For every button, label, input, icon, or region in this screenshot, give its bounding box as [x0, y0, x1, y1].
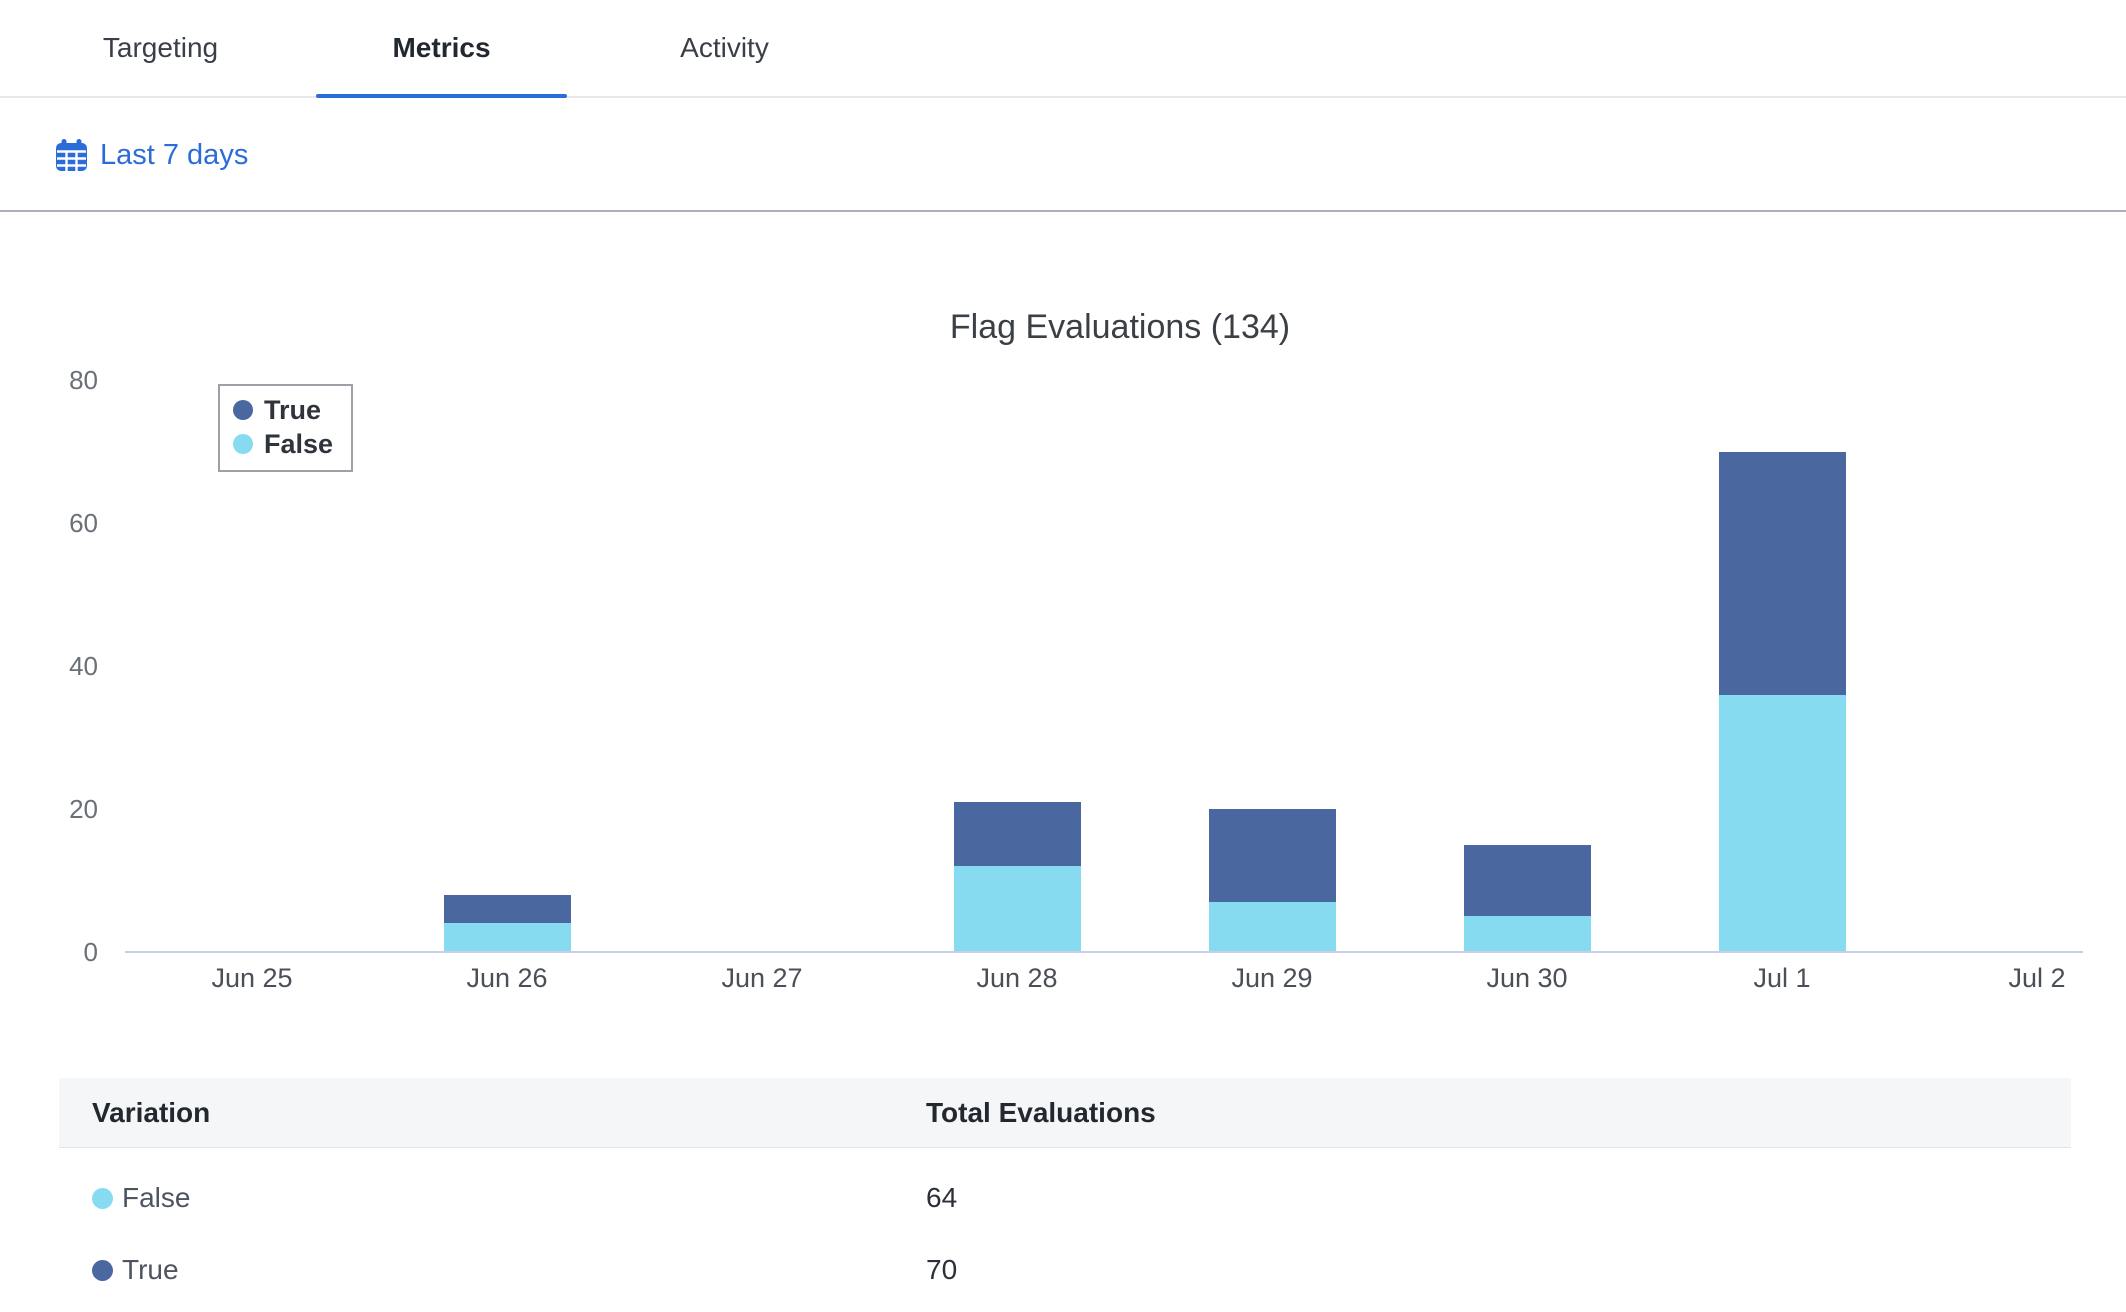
column-header-total-evaluations: Total Evaluations: [926, 1078, 1156, 1148]
legend-item-false: False: [233, 427, 333, 461]
bar-segment-false: [1719, 695, 1846, 952]
bar-segment-false: [1464, 916, 1591, 952]
x-axis-label: Jun 25: [152, 962, 352, 994]
false-series-dot: [233, 434, 253, 454]
x-axis-label: Jun 30: [1427, 962, 1627, 994]
variation-table: Variation Total Evaluations False 64 True 7…: [59, 1078, 2071, 1306]
x-axis-label: Jun 28: [917, 962, 1117, 994]
date-range-button[interactable]: Last 7 days: [55, 100, 248, 210]
tab-metrics[interactable]: Metrics: [316, 0, 567, 96]
tab-targeting[interactable]: Targeting: [63, 0, 258, 96]
calendar-icon: [55, 138, 88, 172]
column-header-variation: Variation: [92, 1078, 210, 1148]
bar-segment-true: [1719, 452, 1846, 695]
y-axis-label: 20: [20, 793, 98, 825]
y-axis-label: 40: [20, 650, 98, 682]
x-axis-line: [125, 951, 2083, 953]
x-axis-label: Jun 29: [1172, 962, 1372, 994]
variation-name: False: [122, 1182, 190, 1214]
flag-evaluations-chart: Flag Evaluations (134) True False 0 20 40 6…: [0, 212, 2126, 1012]
bar-segment-true: [954, 802, 1081, 866]
y-axis-label: 60: [20, 507, 98, 539]
y-axis-label: 80: [20, 364, 98, 396]
bar-segment-false: [444, 923, 571, 952]
flag-metrics-page: Targeting Metrics Activity: [0, 0, 2126, 1312]
table-row: True 70: [59, 1234, 2071, 1306]
date-range-label: Last 7 days: [100, 139, 248, 172]
true-series-dot: [233, 400, 253, 420]
x-axis-label: Jun 26: [407, 962, 607, 994]
bar-segment-true: [1464, 845, 1591, 917]
x-axis-label: Jun 27: [662, 962, 862, 994]
bar-segment-false: [954, 866, 1081, 952]
bar-segment-true: [1209, 809, 1336, 902]
chart-title: Flag Evaluations (134): [125, 308, 2115, 347]
variation-name: True: [122, 1254, 179, 1286]
total-evaluations-value: 70: [926, 1234, 957, 1306]
date-filter-bar: Last 7 days: [0, 100, 2126, 212]
table-row: False 64: [59, 1162, 2071, 1234]
variation-table-header: Variation Total Evaluations: [59, 1078, 2071, 1148]
tab-bar: Targeting Metrics Activity: [0, 0, 2126, 98]
legend-label-true: True: [264, 395, 321, 426]
true-variation-dot: [92, 1260, 113, 1281]
legend-label-false: False: [264, 429, 333, 460]
chart-legend: True False: [218, 384, 353, 472]
x-axis-label: Jul 2: [1937, 962, 2126, 994]
x-axis-label: Jul 1: [1682, 962, 1882, 994]
legend-item-true: True: [233, 393, 333, 427]
bar-segment-true: [444, 895, 571, 924]
active-tab-underline: [316, 94, 567, 98]
false-variation-dot: [92, 1188, 113, 1209]
y-axis-label: 0: [20, 936, 98, 968]
tab-activity[interactable]: Activity: [627, 0, 822, 96]
bar-segment-false: [1209, 902, 1336, 952]
total-evaluations-value: 64: [926, 1162, 957, 1234]
